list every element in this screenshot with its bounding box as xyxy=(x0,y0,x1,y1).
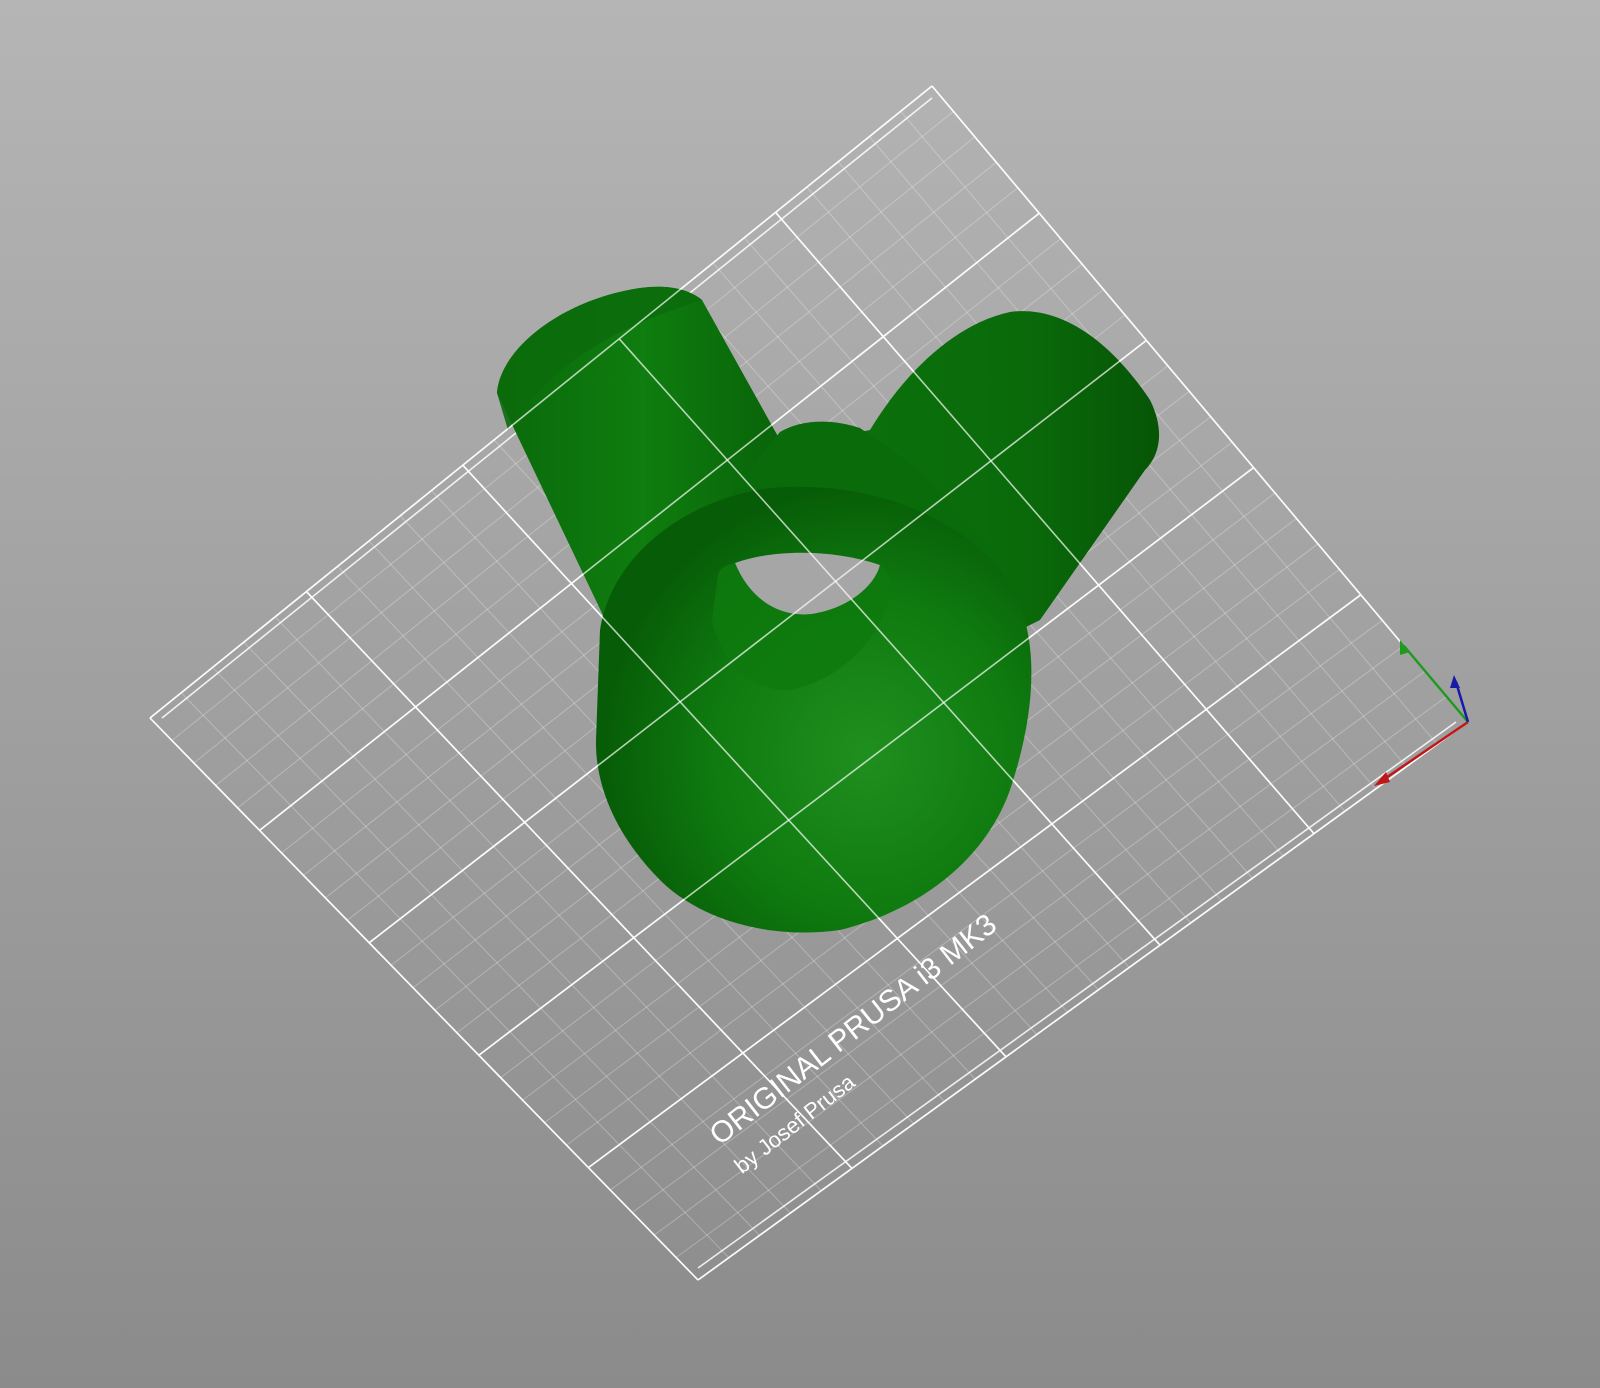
3d-viewport[interactable]: ORIGINAL PRUSA i3 MK3 by Josef Prusa xyxy=(0,0,1600,1388)
scene-canvas[interactable]: ORIGINAL PRUSA i3 MK3 by Josef Prusa xyxy=(0,0,1600,1388)
